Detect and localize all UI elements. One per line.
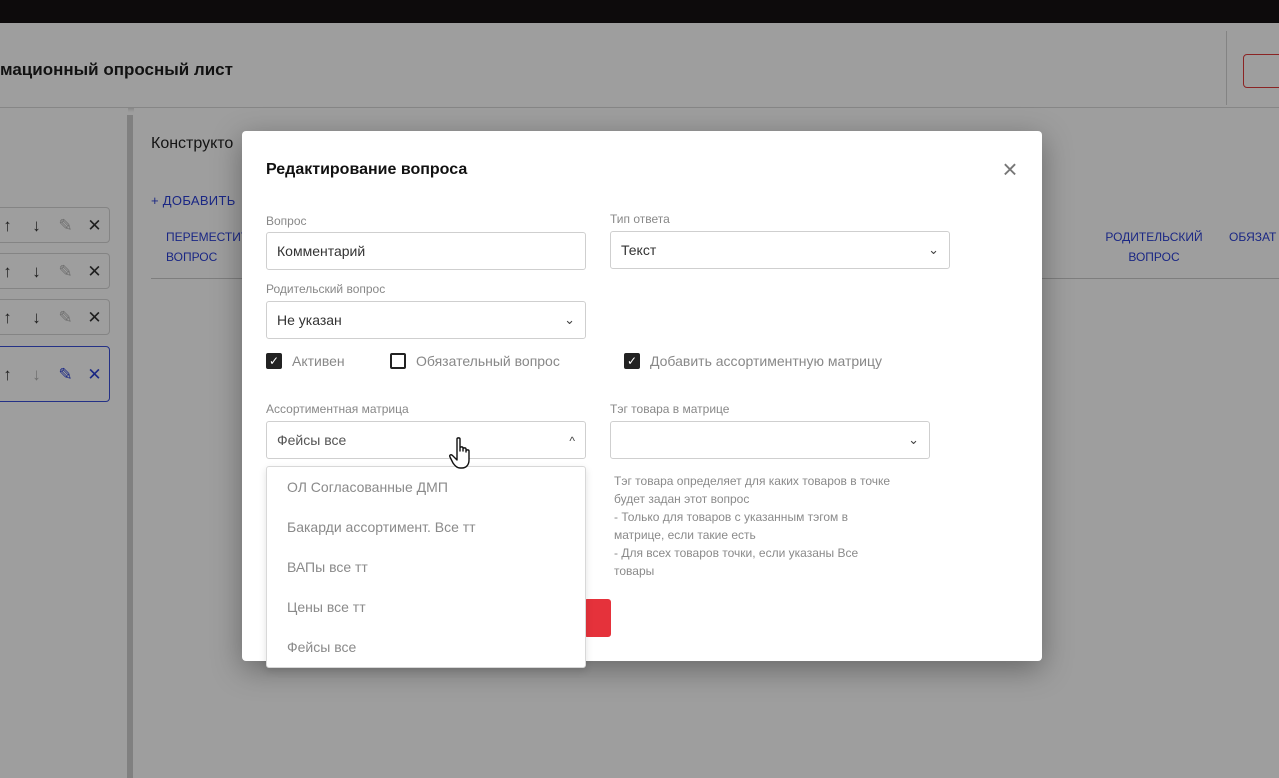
dialog-title: Редактирование вопроса bbox=[266, 161, 468, 178]
dropdown-option[interactable]: Фейсы все bbox=[267, 627, 585, 667]
checkbox-unchecked-icon[interactable] bbox=[390, 353, 406, 369]
assortment-matrix-label: Ассортиментная матрица bbox=[266, 402, 409, 416]
product-tag-label: Тэг товара в матрице bbox=[610, 402, 730, 416]
checkbox-checked-icon[interactable]: ✓ bbox=[624, 353, 640, 369]
assortment-matrix-select[interactable]: Фейсы все ^ bbox=[266, 421, 586, 459]
assortment-matrix-value: Фейсы все bbox=[277, 432, 347, 448]
active-checkbox-label: Активен bbox=[292, 353, 345, 369]
close-icon[interactable]: × bbox=[999, 156, 1021, 182]
chevron-up-icon: ^ bbox=[569, 434, 575, 448]
answer-type-select[interactable]: Текст ⌄ bbox=[610, 231, 950, 269]
question-input[interactable]: Комментарий bbox=[266, 232, 586, 270]
question-label: Вопрос bbox=[266, 214, 307, 228]
product-tag-select[interactable]: ⌄ bbox=[610, 421, 930, 459]
answer-type-value: Текст bbox=[621, 242, 657, 258]
hint-line: будет задан этот вопрос bbox=[614, 492, 750, 506]
dropdown-option[interactable]: Цены все тт bbox=[267, 587, 585, 627]
dropdown-option[interactable]: ОЛ Согласованные ДМП bbox=[267, 467, 585, 507]
parent-question-value: Не указан bbox=[277, 312, 342, 328]
chevron-down-icon: ⌄ bbox=[908, 432, 919, 447]
required-checkbox-label: Обязательный вопрос bbox=[416, 353, 560, 369]
checkbox-checked-icon[interactable]: ✓ bbox=[266, 353, 282, 369]
dropdown-option[interactable]: ВАПы все тт bbox=[267, 547, 585, 587]
parent-question-label: Родительский вопрос bbox=[266, 282, 386, 296]
active-checkbox[interactable]: ✓ Активен bbox=[266, 353, 345, 369]
dropdown-option[interactable]: Бакарди ассортимент. Все тт bbox=[267, 507, 585, 547]
required-checkbox[interactable]: Обязательный вопрос bbox=[390, 353, 560, 369]
question-value: Комментарий bbox=[277, 243, 366, 259]
chevron-down-icon: ⌄ bbox=[564, 312, 575, 327]
product-tag-hint: Тэг товара определяет для каких товаров … bbox=[614, 472, 914, 580]
answer-type-label: Тип ответа bbox=[610, 212, 670, 226]
hint-line: матрице, если такие есть bbox=[614, 528, 756, 542]
hint-line: - Для всех товаров точки, если указаны В… bbox=[614, 546, 859, 560]
parent-question-select[interactable]: Не указан ⌄ bbox=[266, 301, 586, 339]
assortment-matrix-checkbox-label: Добавить ассортиментную матрицу bbox=[650, 353, 883, 369]
assortment-matrix-checkbox[interactable]: ✓ Добавить ассортиментную матрицу bbox=[624, 353, 882, 369]
hint-line: товары bbox=[614, 564, 655, 578]
hint-line: - Только для товаров с указанным тэгом в bbox=[614, 510, 849, 524]
assortment-matrix-dropdown: ОЛ Согласованные ДМП Бакарди ассортимент… bbox=[266, 466, 586, 668]
save-button[interactable] bbox=[584, 599, 611, 637]
hint-line: Тэг товара определяет для каких товаров … bbox=[614, 474, 891, 488]
hand-cursor-icon bbox=[449, 437, 470, 469]
chevron-down-icon: ⌄ bbox=[928, 242, 939, 257]
